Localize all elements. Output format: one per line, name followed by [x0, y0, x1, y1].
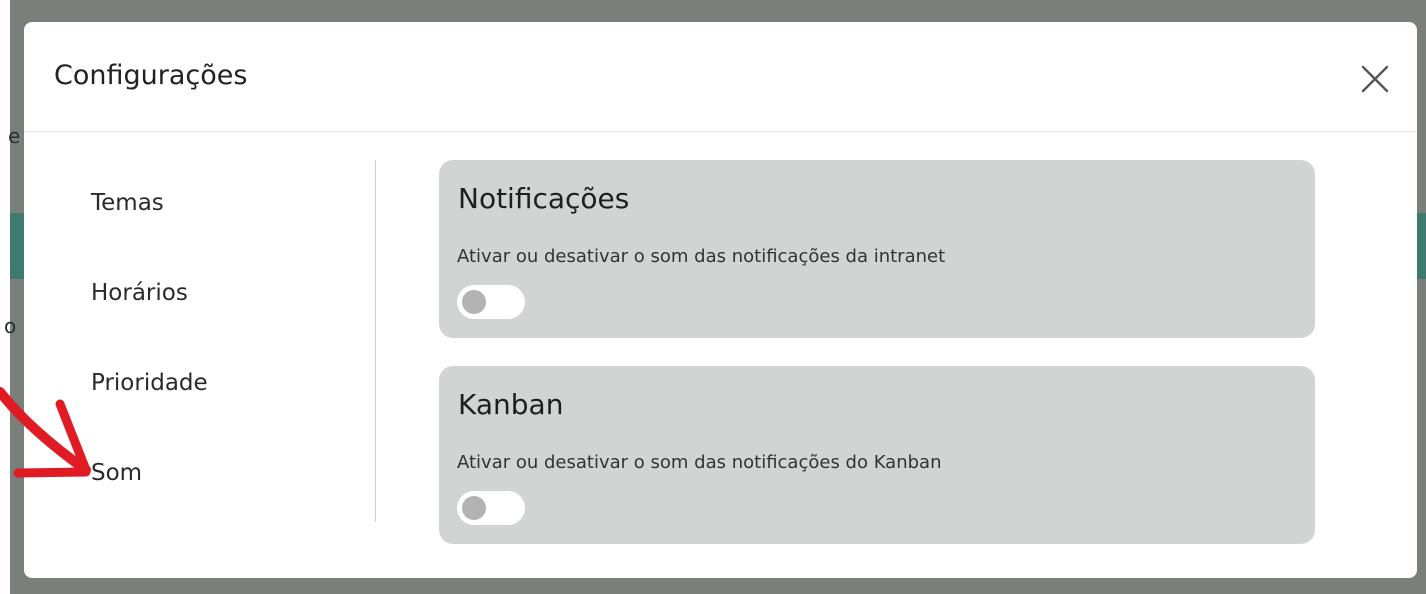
settings-modal: Configurações Temas Horários Prioridade … [24, 22, 1417, 578]
notifications-sound-toggle[interactable] [457, 285, 525, 319]
kanban-sound-toggle[interactable] [457, 491, 525, 525]
sidebar-item-prioridade[interactable]: Prioridade [91, 370, 208, 396]
sidebar-item-som[interactable]: Som [91, 460, 142, 486]
panel-title: Kanban [458, 388, 564, 421]
close-icon [1361, 65, 1389, 93]
backdrop-teal-bar-right [1416, 213, 1426, 279]
panel-description: Ativar ou desativar o som das notificaçõ… [457, 246, 946, 267]
backdrop-teal-bar-left [10, 213, 24, 279]
close-button[interactable] [1356, 60, 1394, 98]
panel-title: Notificações [458, 182, 630, 215]
backdrop-text-fragment: o [4, 314, 17, 338]
sidebar-item-temas[interactable]: Temas [91, 190, 164, 216]
toggle-knob [462, 496, 486, 520]
toggle-knob [462, 290, 486, 314]
panel-description: Ativar ou desativar o som das notificaçõ… [457, 452, 942, 473]
notifications-panel: Notificações Ativar ou desativar o som d… [439, 160, 1315, 338]
kanban-panel: Kanban Ativar ou desativar o som das not… [439, 366, 1315, 544]
modal-header: Configurações [24, 22, 1417, 132]
settings-sidebar: Temas Horários Prioridade Som [24, 160, 376, 522]
backdrop-edge [0, 0, 10, 594]
modal-title: Configurações [54, 60, 248, 91]
sidebar-item-horarios[interactable]: Horários [91, 280, 188, 306]
backdrop-text-fragment: e [8, 124, 21, 148]
